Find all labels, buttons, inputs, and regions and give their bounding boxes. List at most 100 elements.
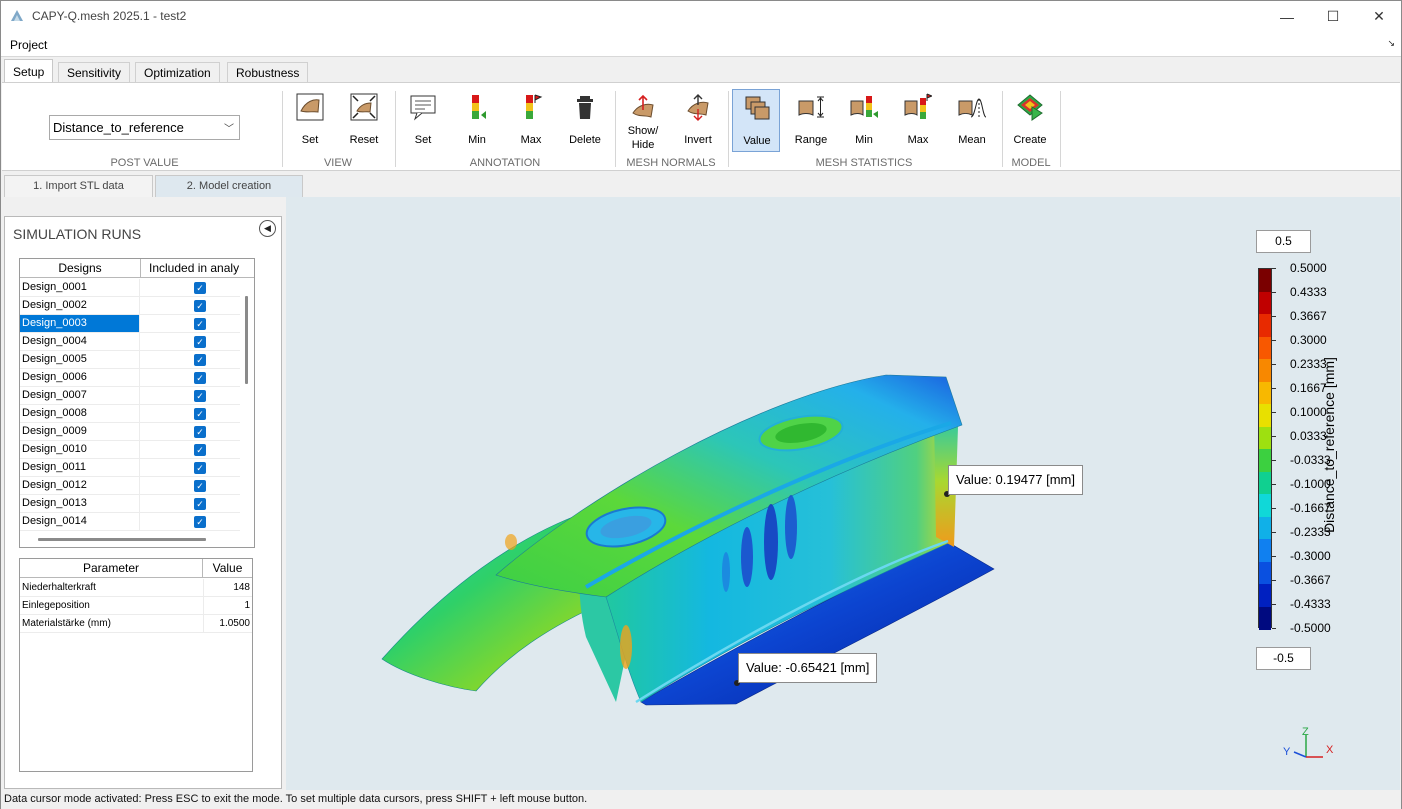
- design-name-cell[interactable]: Design_0003: [20, 315, 140, 332]
- post-value-select[interactable]: Distance_to_reference ﹀: [49, 115, 240, 140]
- colorbar-tick-mark: [1272, 436, 1276, 437]
- trash-icon: [577, 96, 593, 119]
- annotation-set-button[interactable]: Set: [399, 89, 447, 153]
- menu-bar: Project ↘: [1, 32, 1401, 57]
- design-name-cell[interactable]: Design_0010: [20, 441, 140, 458]
- colorbar-tick-mark: [1272, 388, 1276, 389]
- design-name-cell[interactable]: Design_0008: [20, 405, 140, 422]
- ribbon-minimize-icon[interactable]: ↘: [1387, 38, 1395, 49]
- vertical-scrollbar[interactable]: [245, 296, 248, 384]
- normals-invert-button[interactable]: Invert: [674, 89, 722, 153]
- table-row[interactable]: Design_0006 ✓: [20, 369, 240, 387]
- included-checkbox[interactable]: ✓: [194, 372, 206, 384]
- stat-range-button[interactable]: Range: [787, 89, 835, 153]
- included-checkbox[interactable]: ✓: [194, 300, 206, 312]
- normals-show-hide-button[interactable]: Show/ Hide: [619, 89, 667, 153]
- tab-robustness[interactable]: Robustness: [227, 62, 309, 83]
- design-name-cell[interactable]: Design_0011: [20, 459, 140, 476]
- included-checkbox[interactable]: ✓: [194, 390, 206, 402]
- design-name-cell[interactable]: Design_0009: [20, 423, 140, 440]
- menu-project[interactable]: Project: [10, 38, 47, 52]
- view-reset-button[interactable]: Reset: [340, 89, 388, 153]
- table-row[interactable]: Design_0004 ✓: [20, 333, 240, 351]
- design-name-cell[interactable]: Design_0006: [20, 369, 140, 386]
- colorbar-segment: [1259, 494, 1271, 517]
- included-checkbox[interactable]: ✓: [194, 282, 206, 294]
- stat-value-button[interactable]: Value: [732, 89, 780, 152]
- mesh-model[interactable]: [286, 197, 1400, 790]
- colorbar-max-input[interactable]: 0.5: [1256, 230, 1311, 253]
- included-checkbox[interactable]: ✓: [194, 426, 206, 438]
- table-row[interactable]: Design_0009 ✓: [20, 423, 240, 441]
- colorbar-segment: [1259, 381, 1271, 405]
- table-row[interactable]: Design_0012 ✓: [20, 477, 240, 495]
- included-checkbox[interactable]: ✓: [194, 408, 206, 420]
- included-checkbox[interactable]: ✓: [194, 336, 206, 348]
- model-create-button[interactable]: Create: [1006, 89, 1054, 153]
- table-row[interactable]: Design_0014 ✓: [20, 513, 240, 531]
- stat-max-button[interactable]: Max: [894, 89, 942, 153]
- column-header-included[interactable]: Included in analy: [141, 259, 254, 278]
- included-checkbox[interactable]: ✓: [194, 498, 206, 510]
- included-checkbox[interactable]: ✓: [194, 444, 206, 456]
- stat-mean-button[interactable]: Mean: [948, 89, 996, 153]
- included-checkbox[interactable]: ✓: [194, 480, 206, 492]
- design-name-cell[interactable]: Design_0002: [20, 297, 140, 314]
- table-row[interactable]: Design_0011 ✓: [20, 459, 240, 477]
- stat-min-button[interactable]: Min: [840, 89, 888, 153]
- 3d-viewport[interactable]: 0.5 0.5000 0.4333 0.3667 0.3000 0.2333 0.1667…: [286, 197, 1400, 790]
- table-row[interactable]: Design_0003 ✓: [20, 315, 240, 333]
- tab-sensitivity[interactable]: Sensitivity: [58, 62, 131, 83]
- included-checkbox[interactable]: ✓: [194, 354, 206, 366]
- annotation-max-button[interactable]: Max: [507, 89, 555, 153]
- group-separator: [1002, 91, 1003, 167]
- design-name-cell[interactable]: Design_0005: [20, 351, 140, 368]
- group-separator: [1060, 91, 1061, 167]
- view-set-button[interactable]: Set: [286, 89, 334, 153]
- colorbar-segment: [1259, 426, 1271, 450]
- colorbar-tick-label: -0.4333: [1290, 597, 1331, 611]
- close-button[interactable]: ✕: [1356, 1, 1402, 32]
- table-row[interactable]: Design_0013 ✓: [20, 495, 240, 513]
- colorbar-segment: [1259, 359, 1271, 382]
- annotation-delete-button[interactable]: Delete: [561, 89, 609, 153]
- table-row[interactable]: Design_0007 ✓: [20, 387, 240, 405]
- colorbar-min-input[interactable]: -0.5: [1256, 647, 1311, 670]
- colorbar-tick-mark: [1272, 316, 1276, 317]
- colorbar-tick-mark: [1272, 604, 1276, 605]
- horizontal-scrollbar[interactable]: [38, 538, 206, 541]
- minimize-button[interactable]: —: [1264, 1, 1310, 32]
- tab-model-creation[interactable]: 2. Model creation: [155, 175, 303, 197]
- maximize-button[interactable]: ☐: [1310, 1, 1356, 32]
- table-row[interactable]: Design_0005 ✓: [20, 351, 240, 369]
- collapse-panel-icon[interactable]: ◀: [259, 220, 276, 237]
- tab-optimization[interactable]: Optimization: [135, 62, 220, 83]
- design-name-cell[interactable]: Design_0012: [20, 477, 140, 494]
- tab-import-stl[interactable]: 1. Import STL data: [4, 175, 153, 197]
- colorbar-tick-mark: [1272, 580, 1276, 581]
- included-checkbox[interactable]: ✓: [194, 516, 206, 528]
- table-header: Designs Included in analy: [20, 259, 254, 278]
- colorbar-tick-mark: [1272, 628, 1276, 629]
- stat-max-label: Max: [907, 134, 929, 146]
- colorbar-tick-mark: [1272, 268, 1276, 269]
- stat-range-label: Range: [794, 134, 828, 146]
- included-checkbox[interactable]: ✓: [194, 318, 206, 330]
- design-name-cell[interactable]: Design_0007: [20, 387, 140, 404]
- included-checkbox[interactable]: ✓: [194, 462, 206, 474]
- colorbar-segment: [1259, 314, 1271, 337]
- table-row[interactable]: Design_0001 ✓: [20, 279, 240, 297]
- design-name-cell[interactable]: Design_0001: [20, 279, 140, 296]
- design-name-cell[interactable]: Design_0013: [20, 495, 140, 512]
- table-row[interactable]: Design_0002 ✓: [20, 297, 240, 315]
- table-row[interactable]: Design_0008 ✓: [20, 405, 240, 423]
- design-name-cell[interactable]: Design_0014: [20, 513, 140, 530]
- simulation-runs-panel: SIMULATION RUNS ◀ Designs Included in an…: [4, 216, 282, 789]
- tab-setup[interactable]: Setup: [4, 59, 54, 84]
- annotation-min-label: Min: [468, 134, 486, 146]
- design-name-cell[interactable]: Design_0004: [20, 333, 140, 350]
- column-header-designs[interactable]: Designs: [20, 259, 141, 278]
- table-row[interactable]: Design_0010 ✓: [20, 441, 240, 459]
- table-row: Einlegeposition 1: [20, 597, 252, 615]
- annotation-min-button[interactable]: Min: [453, 89, 501, 153]
